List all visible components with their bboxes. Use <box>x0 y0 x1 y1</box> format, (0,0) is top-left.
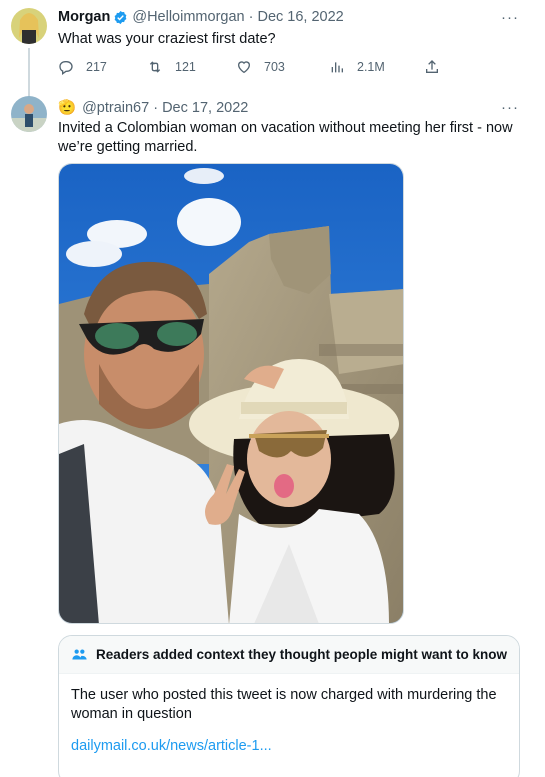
community-note-header: Readers added context they thought peopl… <box>59 636 519 674</box>
tweet-text: What was your craziest first date? <box>58 31 276 47</box>
retweet-icon <box>149 61 161 73</box>
separator-dot: · <box>149 99 163 116</box>
people-icon <box>72 649 87 660</box>
more-icon[interactable]: ··· <box>501 99 519 116</box>
timestamp[interactable]: Dec 17, 2022 <box>162 100 248 116</box>
tweet-text-line: we’re getting married. <box>58 139 198 155</box>
tweet-text-line: Invited a Colombian woman on vacation wi… <box>58 120 513 136</box>
avatar-ptrain67[interactable] <box>11 96 47 132</box>
share-icon <box>426 60 438 73</box>
community-note-source-link[interactable]: dailymail.co.uk/news/article-1... <box>71 737 507 756</box>
handle[interactable]: @ptrain67 <box>82 100 149 116</box>
more-icon[interactable]: ··· <box>501 9 519 26</box>
reply-count: 217 <box>86 60 107 74</box>
timestamp[interactable]: Dec 16, 2022 <box>257 9 343 25</box>
display-name[interactable]: Morgan <box>58 9 110 25</box>
views-button[interactable]: 2.1M <box>329 59 385 75</box>
share-button[interactable] <box>424 59 452 75</box>
tweet-morgan[interactable]: Morgan @Helloimmorgan · Dec 16, 2022 ···… <box>0 0 545 98</box>
retweet-count: 121 <box>175 60 196 74</box>
salute-emoji: 🫡 <box>58 100 77 116</box>
community-note-text: woman in question <box>71 706 192 722</box>
tweet-text: Invited a Colombian woman on vacation wi… <box>58 119 513 157</box>
community-note-text: The user who posted this tweet is now ch… <box>71 687 497 703</box>
reply-icon <box>59 61 73 75</box>
community-note-title: Readers added context they thought peopl… <box>96 647 508 662</box>
community-note-body: The user who posted this tweet is now ch… <box>59 674 519 756</box>
tweet-photo[interactable] <box>58 163 404 624</box>
views-count: 2.1M <box>357 60 385 74</box>
like-count: 703 <box>264 60 285 74</box>
reply-button[interactable]: 217 <box>58 59 107 75</box>
avatar-morgan[interactable] <box>11 8 47 44</box>
retweet-button[interactable]: 121 <box>147 59 196 75</box>
like-icon <box>237 61 251 74</box>
handle[interactable]: @Helloimmorgan <box>132 9 244 25</box>
separator-dot: · <box>244 9 258 25</box>
verified-badge-icon <box>113 10 128 25</box>
views-icon <box>331 62 343 73</box>
community-note[interactable]: Readers added context they thought peopl… <box>58 635 520 777</box>
tweet-actions: 217 121 703 2.1M <box>58 59 448 79</box>
like-button[interactable]: 703 <box>236 59 285 75</box>
